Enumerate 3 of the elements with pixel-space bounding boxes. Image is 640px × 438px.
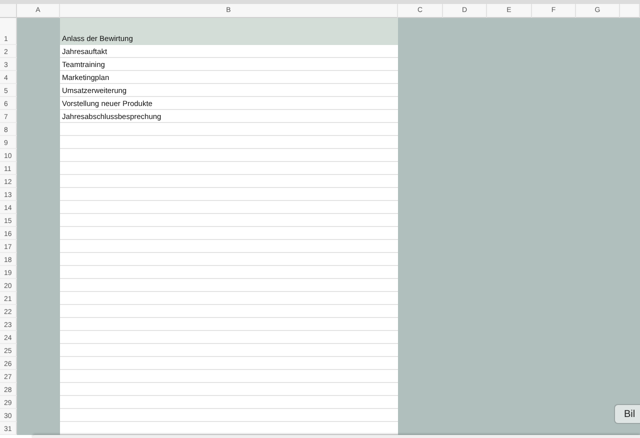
picture-button[interactable]: Bil [614,404,640,424]
column-header[interactable] [620,4,640,18]
select-all-corner[interactable] [0,4,17,18]
